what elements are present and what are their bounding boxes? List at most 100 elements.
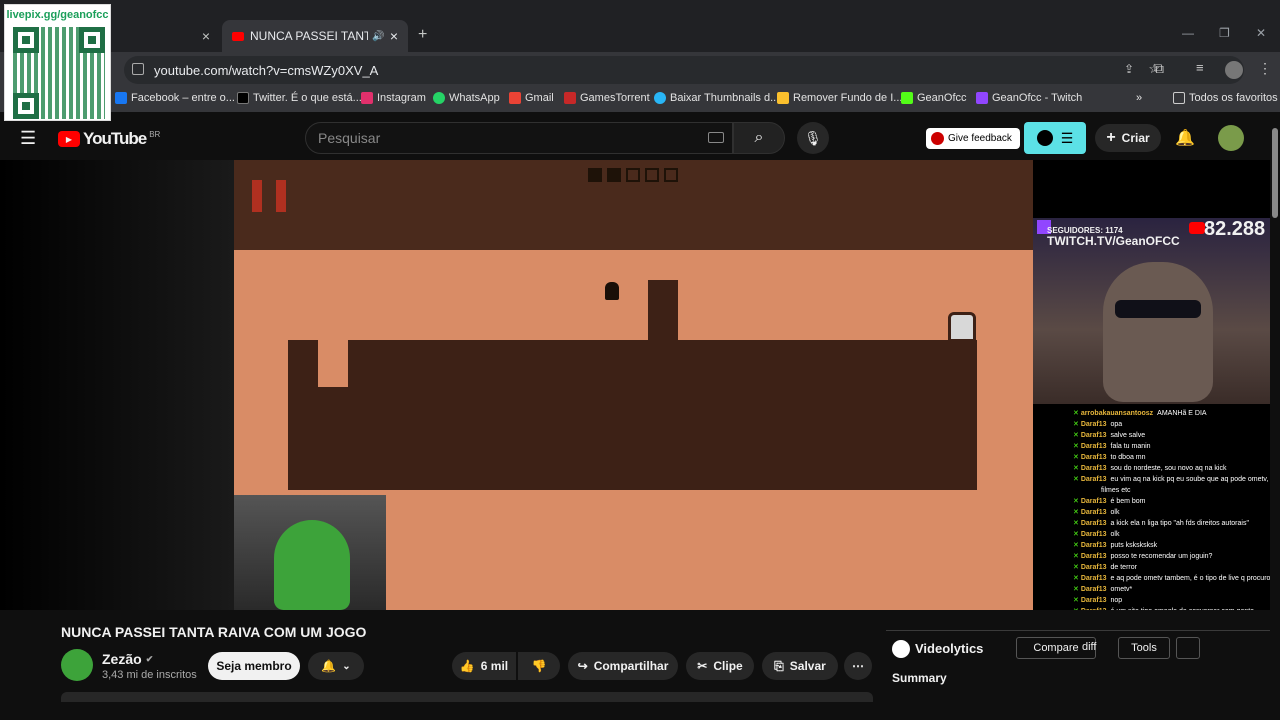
bookmark-gmail[interactable]: Gmail: [509, 92, 554, 104]
user-avatar[interactable]: [1218, 125, 1244, 151]
kick-badge-icon: ✕: [1073, 531, 1081, 538]
url-bar[interactable]: youtube.com/watch?v=cmsWZy0XV_A ⇪ ☆: [124, 56, 1244, 84]
level-box: [645, 168, 659, 182]
facecam-frog: [234, 495, 386, 610]
kick-badge-icon: ✕: [1073, 432, 1081, 439]
channel-avatar[interactable]: [61, 649, 93, 681]
bookmark-thumbnails[interactable]: Baixar Thumbnails d...: [654, 92, 779, 104]
search-input[interactable]: Pesquisar: [305, 122, 733, 154]
tab-close-icon[interactable]: ×: [390, 28, 398, 44]
view-count: 82.288: [1204, 218, 1266, 240]
chat-message: ✕ Daraf13 opa: [1073, 419, 1274, 430]
notifications-bell-icon[interactable]: 🔔: [1175, 128, 1195, 148]
chat-text: fala tu manin: [1110, 443, 1151, 450]
chat-text: e aq pode ometv tambem, é o tipo de live…: [1110, 575, 1271, 582]
tab-close-icon[interactable]: ×: [202, 28, 210, 44]
close-window-icon[interactable]: ✕: [1256, 26, 1266, 40]
chat-username: Daraf13: [1080, 421, 1107, 428]
kick-badge-icon: ✕: [1073, 509, 1081, 516]
all-favorites-folder[interactable]: Todos os favoritos: [1173, 92, 1278, 104]
qr-finder: [13, 27, 39, 53]
voice-search-button[interactable]: 🎙: [797, 122, 829, 154]
livepix-qr-overlay: livepix.gg/geanofcc: [4, 4, 111, 121]
restore-icon[interactable]: ❐: [1219, 26, 1230, 40]
facebook-icon: [115, 92, 127, 104]
install-app-icon[interactable]: ⇪: [1124, 62, 1134, 76]
hamburger-menu-icon[interactable]: ☰: [20, 128, 36, 149]
page-scrollbar[interactable]: [1270, 120, 1280, 700]
kick-badge-icon: ✕: [1073, 575, 1081, 582]
chat-message: ✕ Daraf13 eu vim aq na kick pq eu soube q…: [1073, 474, 1274, 485]
kick-badge-icon: ✕: [1073, 553, 1081, 560]
give-feedback-button[interactable]: Give feedback: [926, 128, 1020, 149]
chat-username: Daraf13: [1080, 498, 1107, 505]
chat-username: Daraf13: [1080, 597, 1107, 604]
bookmark-twitter[interactable]: Twitter. É o que está...: [237, 92, 362, 104]
kick-badge-icon: ✕: [1073, 542, 1081, 549]
expand-button[interactable]: [1176, 637, 1200, 659]
search-button[interactable]: ⌕: [733, 122, 785, 154]
videolytics-toggle[interactable]: ☰: [1024, 122, 1086, 154]
new-tab-button[interactable]: +: [418, 26, 427, 44]
bookmark-kick[interactable]: GeanOfcc: [901, 92, 967, 104]
media-control-icon[interactable]: ≡: [1196, 60, 1204, 75]
chat-text: sou do nordeste, sou novo aq na kick: [1110, 465, 1227, 472]
bookmark-twitch[interactable]: GeanOfcc - Twitch: [976, 92, 1082, 104]
like-button[interactable]: 👍 6 mil: [452, 652, 516, 680]
share-button[interactable]: ↪ Compartilhar: [568, 652, 678, 680]
tab-title: NUNCA PASSEI TANTA RAIVA: [250, 29, 368, 43]
clip-button[interactable]: ✂ Clipe: [686, 652, 754, 680]
browser-tab-active[interactable]: NUNCA PASSEI TANTA RAIVA 🔊 ×: [222, 20, 408, 52]
keyboard-icon[interactable]: [708, 132, 724, 143]
scrollbar-thumb[interactable]: [1272, 128, 1278, 218]
whatsapp-icon: [433, 92, 445, 104]
chat-username: Daraf13: [1080, 432, 1107, 439]
profile-avatar[interactable]: [1225, 61, 1243, 79]
pause-bar-icon: [276, 180, 286, 212]
player-character: [605, 282, 619, 300]
join-button[interactable]: Seja membro: [208, 652, 300, 680]
game-platform: [288, 340, 977, 490]
chat-username: Daraf13: [1080, 454, 1107, 461]
dislike-button[interactable]: 👎: [518, 652, 560, 680]
youtube-logo[interactable]: ▶ YouTube BR: [58, 129, 160, 149]
scissors-icon: ✂: [697, 659, 708, 673]
create-button[interactable]: + Criar: [1095, 124, 1161, 152]
gamestorrent-icon: [564, 92, 576, 104]
kick-badge-icon: ✕: [1073, 597, 1081, 604]
bookmark-gamestorrent[interactable]: GamesTorrent: [564, 92, 650, 104]
chat-username: Daraf13: [1080, 476, 1107, 483]
youtube-play-icon: ▶: [58, 131, 80, 147]
bookmark-remove-bg[interactable]: Remover Fundo de I...: [777, 92, 902, 104]
bookmark-instagram[interactable]: Instagram: [361, 92, 426, 104]
minimize-icon[interactable]: —: [1182, 26, 1194, 40]
kick-badge-icon: ✕: [1073, 564, 1081, 571]
game-pit: [318, 340, 348, 387]
extensions-icon[interactable]: ⧉: [1154, 60, 1164, 77]
channel-name[interactable]: Zezão ✔: [102, 651, 153, 667]
description-box[interactable]: [61, 692, 873, 702]
chat-username: Daraf13: [1080, 443, 1107, 450]
chat-message: ✕ Daraf13 olk: [1073, 507, 1274, 518]
thumbs-down-icon: 👎: [531, 659, 547, 673]
diff-label: diff: [1082, 641, 1097, 653]
tools-button[interactable]: Tools: [1118, 637, 1170, 659]
qr-label: livepix.gg/geanofcc: [6, 9, 109, 21]
speaker-icon[interactable]: 🔊: [372, 31, 384, 42]
browser-tab-inactive[interactable]: ×: [112, 20, 220, 52]
kick-badge-icon: ✕: [1073, 465, 1081, 472]
level-box: [588, 168, 602, 182]
chat-username: Daraf13: [1080, 520, 1107, 527]
save-button[interactable]: ⎘ Salvar: [762, 652, 838, 680]
bookmark-whatsapp[interactable]: WhatsApp: [433, 92, 500, 104]
chat-message: ✕ Daraf13 e aq pode ometv tambem, é o tip…: [1073, 573, 1274, 584]
site-info-icon[interactable]: [132, 63, 144, 75]
kermit-figure: [274, 520, 350, 610]
browser-menu-icon[interactable]: ⋮: [1258, 60, 1272, 77]
bookmarks-overflow-icon[interactable]: »: [1136, 92, 1142, 104]
subscribe-bell-button[interactable]: 🔔 ⌄: [308, 652, 364, 680]
more-actions-button[interactable]: ⋯: [844, 652, 872, 680]
bookmark-facebook[interactable]: Facebook – entre o...: [115, 92, 235, 104]
chat-username: Daraf13: [1080, 542, 1107, 549]
chat-text: olk: [1110, 531, 1120, 538]
